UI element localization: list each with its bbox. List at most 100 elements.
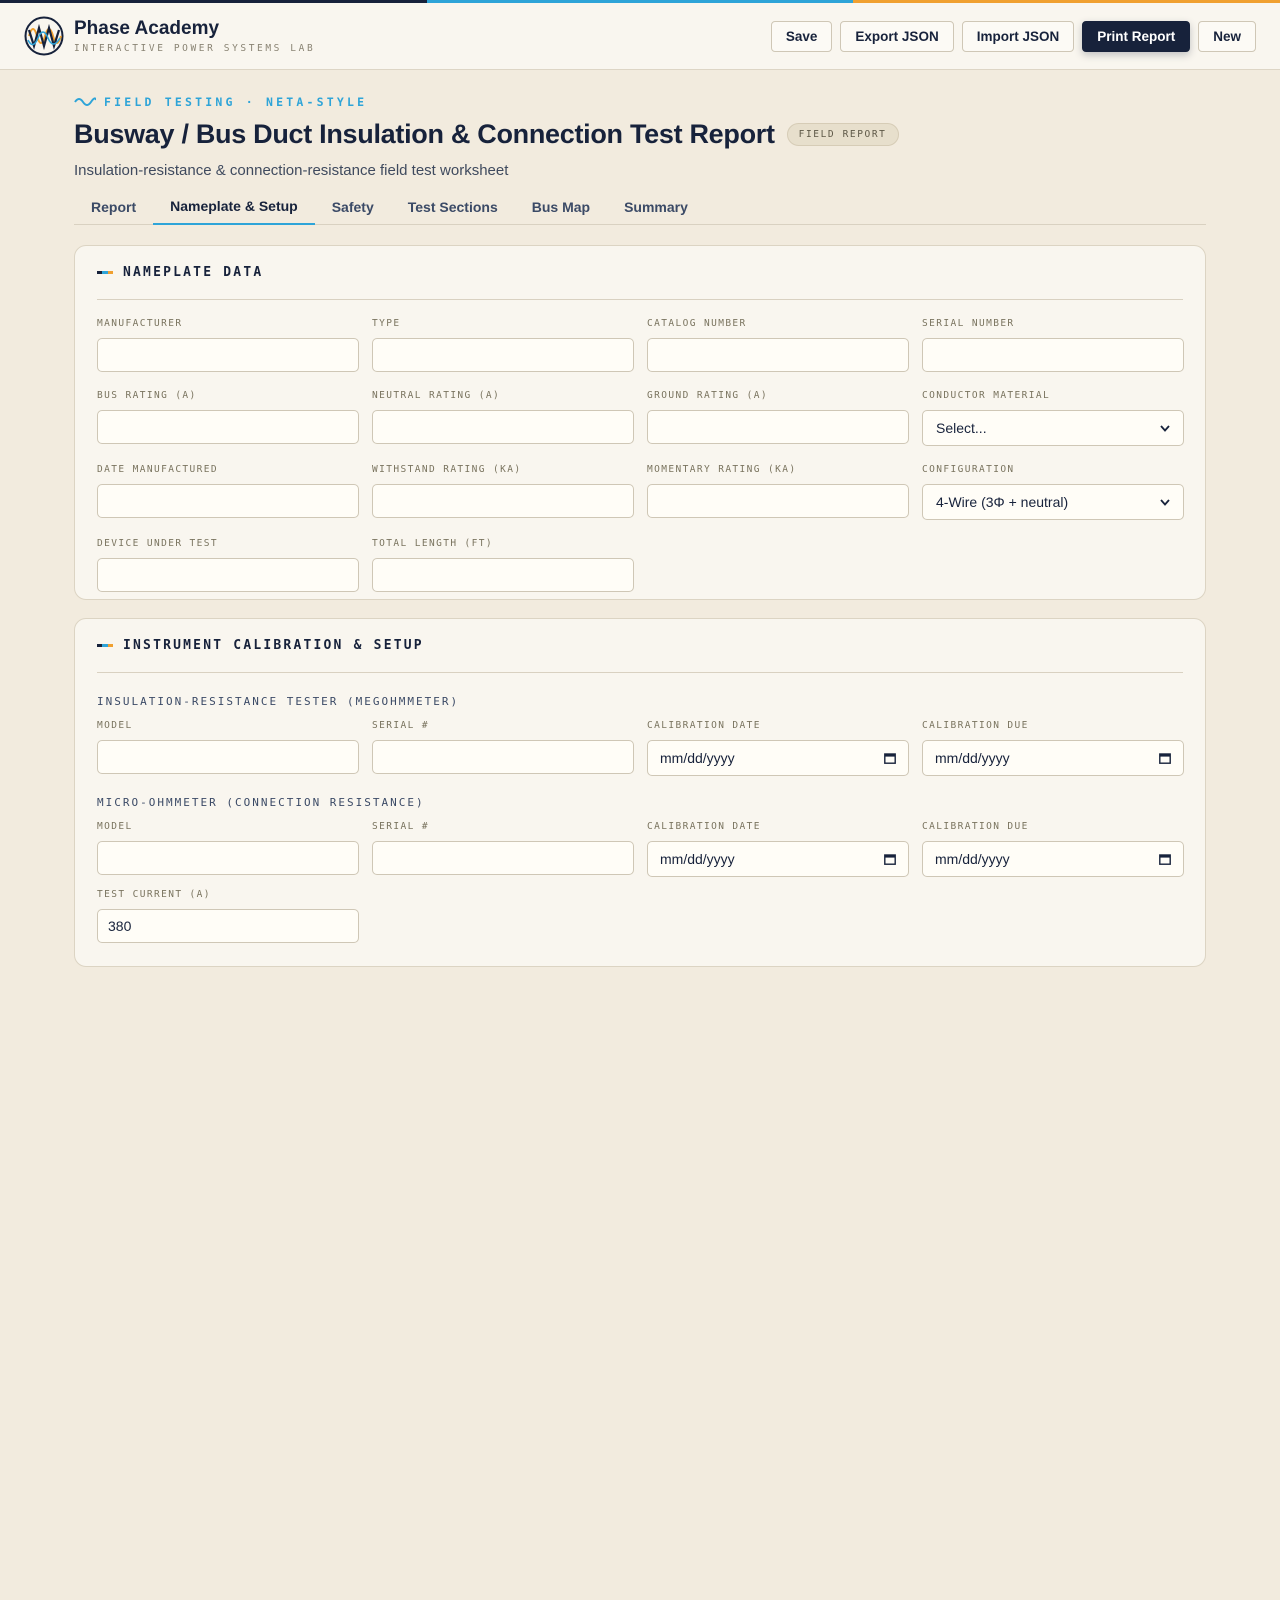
import-json-button[interactable]: Import JSON: [961, 20, 1075, 52]
field-label: MODEL: [97, 821, 133, 832]
chevron-down-icon: [1160, 498, 1170, 506]
brand-title: Phase Academy: [74, 18, 220, 39]
tab-bus-map[interactable]: Bus Map: [515, 188, 607, 225]
brand: Phase Academy INTERACTIVE POWER SYSTEMS …: [74, 18, 315, 54]
print-report-button[interactable]: Print Report: [1082, 20, 1191, 52]
nameplate-title: NAMEPLATE DATA: [123, 265, 264, 280]
megger-serial-input[interactable]: [372, 740, 634, 774]
title-row: Busway / Bus Duct Insulation & Connectio…: [74, 119, 1206, 150]
instrument-card: INSTRUMENT CALIBRATION & SETUP INSULATIO…: [74, 618, 1206, 967]
micro-model-field-group: MODEL: [97, 821, 359, 877]
chevron-down-icon: [1160, 424, 1170, 432]
tab-test-sections[interactable]: Test Sections: [391, 188, 515, 225]
field-label: DATE MANUFACTURED: [97, 464, 219, 475]
nameplate-card-header: NAMEPLATE DATA: [97, 246, 1183, 300]
select-value: Select...: [936, 420, 987, 436]
date-placeholder: mm/dd/yyyy: [660, 750, 735, 766]
field-label: DEVICE UNDER TEST: [97, 538, 219, 549]
serial-number-field-group: SERIAL NUMBER: [922, 318, 1184, 372]
megger-calibration-date-input[interactable]: mm/dd/yyyy: [647, 740, 909, 776]
field-label: SERIAL NUMBER: [922, 318, 1015, 329]
field-label: BUS RATING (A): [97, 390, 197, 401]
field-label: MOMENTARY RATING (KA): [647, 464, 797, 475]
megohmmeter-heading: INSULATION-RESISTANCE TESTER (MEGOHMMETE…: [97, 695, 460, 708]
momentary-rating-field-group: MOMENTARY RATING (KA): [647, 464, 909, 520]
date-placeholder: mm/dd/yyyy: [935, 851, 1010, 867]
date-manufactured-input[interactable]: [97, 484, 359, 518]
calendar-icon: [1159, 854, 1171, 865]
field-label: SERIAL #: [372, 821, 429, 832]
save-button[interactable]: Save: [770, 20, 833, 52]
header-actions: Save Export JSON Import JSON Print Repor…: [770, 20, 1256, 52]
bus-rating-field-group: BUS RATING (A): [97, 390, 359, 446]
serial-number-input[interactable]: [922, 338, 1184, 372]
field-label: TOTAL LENGTH (FT): [372, 538, 494, 549]
instrument-title: INSTRUMENT CALIBRATION & SETUP: [123, 638, 424, 653]
report-type-badge: FIELD REPORT: [786, 123, 899, 146]
field-label: CATALOG NUMBER: [647, 318, 747, 329]
megger-model-input[interactable]: [97, 740, 359, 774]
instrument-card-header: INSTRUMENT CALIBRATION & SETUP: [97, 619, 1183, 673]
page-header: FIELD TESTING · NETA-STYLE Busway / Bus …: [74, 95, 1206, 179]
tab-report[interactable]: Report: [74, 188, 153, 225]
catalog-number-field-group: CATALOG NUMBER: [647, 318, 909, 372]
micro-calibration-due-input[interactable]: mm/dd/yyyy: [922, 841, 1184, 877]
eyebrow: FIELD TESTING · NETA-STYLE: [74, 95, 1206, 109]
calendar-icon: [884, 753, 896, 764]
ground-rating-input[interactable]: [647, 410, 909, 444]
bus-rating-input[interactable]: [97, 410, 359, 444]
tab-nameplate-setup[interactable]: Nameplate & Setup: [153, 188, 315, 225]
momentary-rating-input[interactable]: [647, 484, 909, 518]
micro-cal-due-field-group: CALIBRATION DUE mm/dd/yyyy: [922, 821, 1184, 877]
micro-model-input[interactable]: [97, 841, 359, 875]
device-under-test-field-group: DEVICE UNDER TEST: [97, 538, 359, 592]
total-length-input[interactable]: [372, 558, 634, 592]
field-label: CONFIGURATION: [922, 464, 1015, 475]
date-manufactured-field-group: DATE MANUFACTURED: [97, 464, 359, 520]
megohmmeter-fields: MODEL SERIAL # CALIBRATION DATE mm/dd/yy…: [97, 708, 1184, 776]
section-mark-icon: [97, 271, 113, 274]
micro-calibration-date-input[interactable]: mm/dd/yyyy: [647, 841, 909, 877]
date-placeholder: mm/dd/yyyy: [660, 851, 735, 867]
field-label: WITHSTAND RATING (KA): [372, 464, 522, 475]
megger-cal-due-field-group: CALIBRATION DUE mm/dd/yyyy: [922, 720, 1184, 776]
type-input[interactable]: [372, 338, 634, 372]
device-under-test-input[interactable]: [97, 558, 359, 592]
megger-cal-date-field-group: CALIBRATION DATE mm/dd/yyyy: [647, 720, 909, 776]
section-tabs: Report Nameplate & Setup Safety Test Sec…: [74, 188, 1206, 225]
field-label: CONDUCTOR MATERIAL: [922, 390, 1051, 401]
total-length-field-group: TOTAL LENGTH (FT): [372, 538, 634, 592]
megger-serial-field-group: SERIAL #: [372, 720, 634, 776]
configuration-select[interactable]: 4-Wire (3Φ + neutral): [922, 484, 1184, 520]
micro-serial-input[interactable]: [372, 841, 634, 875]
conductor-material-select[interactable]: Select...: [922, 410, 1184, 446]
microohmmeter-fields: MODEL SERIAL # CALIBRATION DATE mm/dd/yy…: [97, 809, 1184, 943]
export-json-button[interactable]: Export JSON: [840, 20, 954, 52]
field-label: MANUFACTURER: [97, 318, 183, 329]
field-label: TEST CURRENT (A): [97, 889, 211, 900]
nameplate-card: NAMEPLATE DATA MANUFACTURER TYPE CATALOG…: [74, 245, 1206, 600]
new-button[interactable]: New: [1198, 20, 1256, 52]
page-subtitle: Insulation-resistance & connection-resis…: [74, 162, 509, 179]
tab-summary[interactable]: Summary: [607, 188, 705, 225]
field-label: GROUND RATING (A): [647, 390, 769, 401]
neutral-rating-field-group: NEUTRAL RATING (A): [372, 390, 634, 446]
field-label: TYPE: [372, 318, 401, 329]
test-current-field-group: TEST CURRENT (A): [97, 889, 359, 943]
megger-calibration-due-input[interactable]: mm/dd/yyyy: [922, 740, 1184, 776]
phase-academy-logo-icon: [24, 16, 64, 56]
catalog-number-input[interactable]: [647, 338, 909, 372]
app-header: Phase Academy INTERACTIVE POWER SYSTEMS …: [0, 3, 1280, 70]
calendar-icon: [1159, 753, 1171, 764]
field-label: CALIBRATION DUE: [922, 720, 1029, 731]
page-title: Busway / Bus Duct Insulation & Connectio…: [74, 119, 775, 149]
withstand-rating-input[interactable]: [372, 484, 634, 518]
test-current-input[interactable]: [97, 909, 359, 943]
manufacturer-input[interactable]: [97, 338, 359, 372]
megger-model-field-group: MODEL: [97, 720, 359, 776]
field-label: CALIBRATION DATE: [647, 720, 761, 731]
field-label: CALIBRATION DUE: [922, 821, 1029, 832]
neutral-rating-input[interactable]: [372, 410, 634, 444]
micro-cal-date-field-group: CALIBRATION DATE mm/dd/yyyy: [647, 821, 909, 877]
tab-safety[interactable]: Safety: [315, 188, 391, 225]
